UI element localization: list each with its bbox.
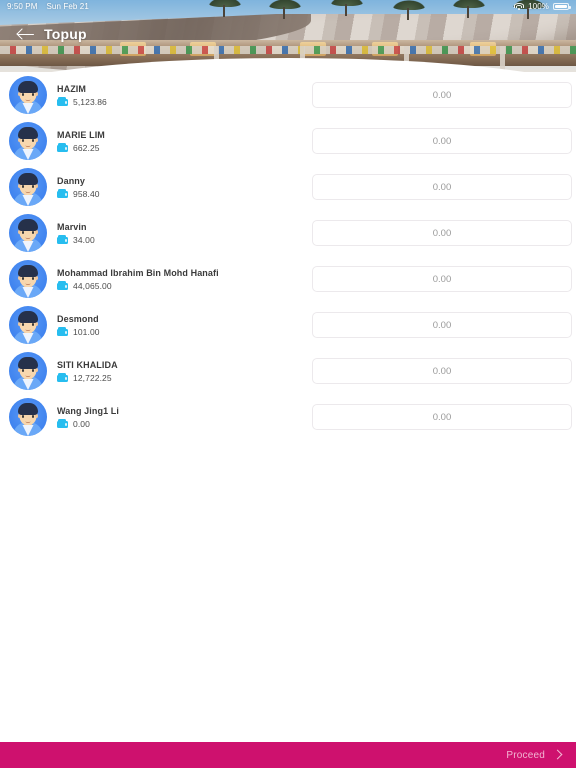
balance-amount: 0.00	[73, 419, 90, 429]
balance-amount: 44,065.00	[73, 281, 112, 291]
list-item: Marvin 34.00	[0, 210, 576, 256]
topup-amount-input[interactable]	[312, 82, 572, 108]
avatar	[9, 306, 47, 344]
back-arrow-icon[interactable]	[18, 28, 34, 41]
topup-screen: 9:50 PM Sun Feb 21 100% Topup HAZIM 5,123…	[0, 0, 576, 768]
amount-cell	[312, 220, 572, 246]
wallet-icon	[57, 373, 68, 382]
chevron-right-icon	[554, 751, 562, 759]
recipient-balance: 44,065.00	[57, 281, 219, 291]
recipient-info: MARIE LIM 662.25	[0, 122, 300, 160]
wallet-icon	[57, 235, 68, 244]
avatar	[9, 76, 47, 114]
topup-recipient-list: HAZIM 5,123.86 MARIE LIM 662.25 Danny 958.40 M…	[0, 72, 576, 742]
topup-amount-input[interactable]	[312, 220, 572, 246]
list-item: SITI KHALIDA 12,722.25	[0, 348, 576, 394]
avatar	[9, 398, 47, 436]
topup-amount-input[interactable]	[312, 174, 572, 200]
recipient-balance: 12,722.25	[57, 373, 118, 383]
recipient-name: SITI KHALIDA	[57, 360, 118, 370]
proceed-button[interactable]: Proceed	[0, 742, 576, 768]
battery-icon	[553, 3, 569, 11]
balance-amount: 101.00	[73, 327, 100, 337]
amount-cell	[312, 404, 572, 430]
amount-cell	[312, 128, 572, 154]
wallet-icon	[57, 143, 68, 152]
balance-amount: 34.00	[73, 235, 95, 245]
wallet-icon	[57, 327, 68, 336]
avatar	[9, 260, 47, 298]
colored-awning-strip	[0, 46, 576, 54]
wallet-icon	[57, 419, 68, 428]
recipient-name: HAZIM	[57, 84, 107, 94]
recipient-balance: 34.00	[57, 235, 95, 245]
recipient-info: HAZIM 5,123.86	[0, 76, 300, 114]
recipient-name: Desmond	[57, 314, 100, 324]
recipient-balance: 958.40	[57, 189, 100, 199]
amount-cell	[312, 266, 572, 292]
list-item: Danny 958.40	[0, 164, 576, 210]
recipient-balance: 101.00	[57, 327, 100, 337]
wallet-icon	[57, 189, 68, 198]
avatar	[9, 122, 47, 160]
topup-amount-input[interactable]	[312, 128, 572, 154]
status-time: 9:50 PM	[7, 2, 38, 11]
amount-cell	[312, 82, 572, 108]
recipient-name: MARIE LIM	[57, 130, 105, 140]
topup-amount-input[interactable]	[312, 266, 572, 292]
recipient-name: Marvin	[57, 222, 95, 232]
recipient-info: Danny 958.40	[0, 168, 300, 206]
recipient-name: Wang Jing1 Li	[57, 406, 119, 416]
list-item: MARIE LIM 662.25	[0, 118, 576, 164]
avatar	[9, 214, 47, 252]
recipient-balance: 5,123.86	[57, 97, 107, 107]
wallet-icon	[57, 97, 68, 106]
recipient-balance: 0.00	[57, 419, 119, 429]
amount-cell	[312, 174, 572, 200]
avatar	[9, 168, 47, 206]
list-item: HAZIM 5,123.86	[0, 72, 576, 118]
recipient-info: SITI KHALIDA 12,722.25	[0, 352, 300, 390]
list-item: Desmond 101.00	[0, 302, 576, 348]
amount-cell	[312, 312, 572, 338]
page-header: Topup	[0, 22, 576, 46]
page-title: Topup	[44, 26, 87, 42]
topup-amount-input[interactable]	[312, 404, 572, 430]
proceed-label: Proceed	[506, 750, 545, 761]
list-item: Wang Jing1 Li 0.00	[0, 394, 576, 440]
recipient-name: Mohammad Ibrahim Bin Mohd Hanafi	[57, 268, 219, 278]
recipient-name: Danny	[57, 176, 100, 186]
topup-amount-input[interactable]	[312, 312, 572, 338]
balance-amount: 662.25	[73, 143, 100, 153]
recipient-balance: 662.25	[57, 143, 105, 153]
amount-cell	[312, 358, 572, 384]
wifi-icon	[514, 3, 524, 11]
status-bar: 9:50 PM Sun Feb 21 100%	[0, 0, 576, 13]
recipient-info: Marvin 34.00	[0, 214, 300, 252]
battery-percent-label: 100%	[528, 2, 549, 11]
balance-amount: 958.40	[73, 189, 100, 199]
balance-amount: 12,722.25	[73, 373, 112, 383]
recipient-info: Desmond 101.00	[0, 306, 300, 344]
wallet-icon	[57, 281, 68, 290]
recipient-info: Mohammad Ibrahim Bin Mohd Hanafi 44,065.0…	[0, 260, 300, 298]
recipient-info: Wang Jing1 Li 0.00	[0, 398, 300, 436]
balance-amount: 5,123.86	[73, 97, 107, 107]
topup-amount-input[interactable]	[312, 358, 572, 384]
list-item: Mohammad Ibrahim Bin Mohd Hanafi 44,065.0…	[0, 256, 576, 302]
status-date: Sun Feb 21	[47, 2, 89, 11]
avatar	[9, 352, 47, 390]
